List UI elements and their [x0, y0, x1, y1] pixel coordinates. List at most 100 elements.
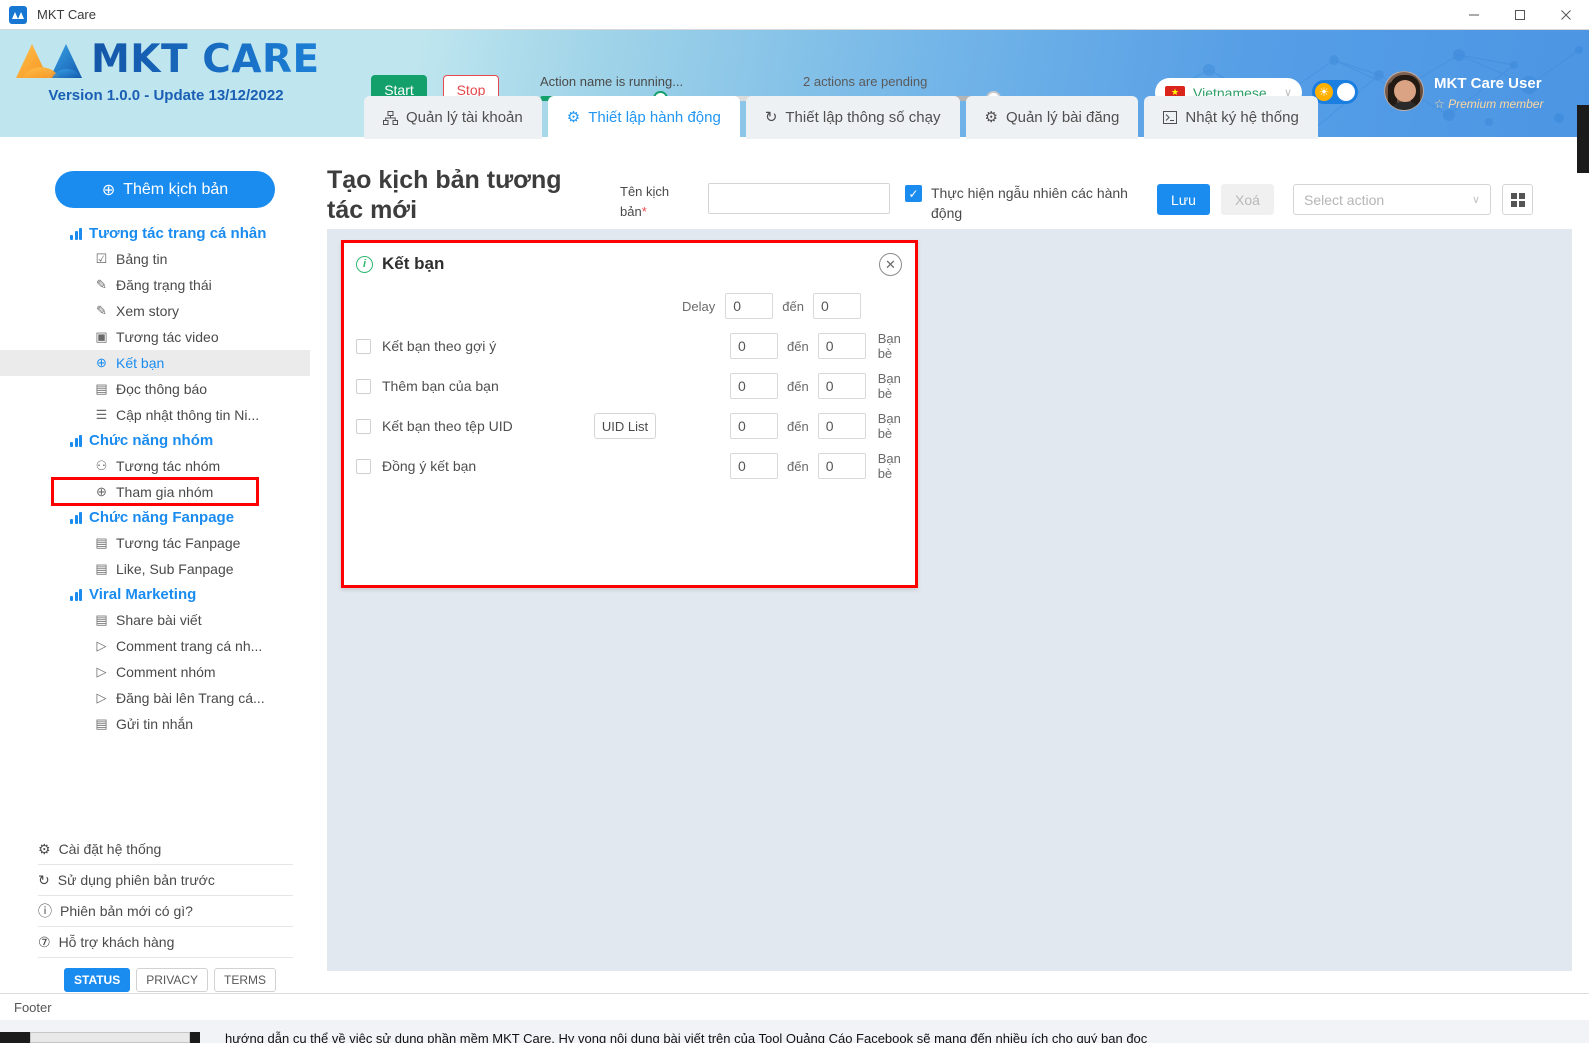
- app-icon: [9, 5, 27, 24]
- footer-chips: STATUS PRIVACY TERMS: [64, 968, 293, 992]
- row-to-input[interactable]: [817, 333, 866, 359]
- select-action-dropdown[interactable]: Select action ∨: [1293, 184, 1491, 215]
- chip-status[interactable]: STATUS: [64, 968, 131, 992]
- scenario-canvas[interactable]: i Kết bạn ✕ Delay đến Kết bạn theo gợi ý: [327, 229, 1572, 971]
- sidebar-item-gui-tin-nhan[interactable]: ▤ Gửi tin nhắn: [0, 711, 310, 737]
- brand-logo: MKT CARE Version 1.0.0 - Update 13/12/20…: [12, 36, 332, 104]
- mkt-logo-mark-icon: [12, 36, 88, 82]
- row-checkbox[interactable]: [356, 378, 371, 394]
- table-row[interactable]: Đồng ý kết bạn: [356, 453, 476, 479]
- scenario-name-input[interactable]: [708, 183, 890, 214]
- row-from-input[interactable]: [730, 413, 778, 439]
- avatar[interactable]: [1384, 71, 1424, 111]
- sidebar-item-label: Đọc thông báo: [116, 381, 208, 397]
- sidebar-item-comment-trang-ca-nhan[interactable]: ▷ Comment trang cá nh...: [0, 633, 310, 659]
- sidebar-item-xem-story[interactable]: ✎ Xem story: [0, 298, 310, 324]
- row-inputs: đến Bạn bè: [730, 411, 915, 441]
- sidebar-item-label: Tương tác Fanpage: [116, 535, 241, 551]
- sidebar-item-dang-bai-len-trang-ca-nhan[interactable]: ▷ Đăng bài lên Trang cá...: [0, 685, 310, 711]
- footer-link-whats-new[interactable]: ⓘ Phiên bản mới có gì?: [38, 896, 293, 927]
- sidebar-item-tuong-tac-nhom[interactable]: ⚇ Tương tác nhóm: [0, 453, 310, 479]
- chip-terms[interactable]: TERMS: [214, 968, 277, 992]
- row-checkbox[interactable]: [356, 418, 371, 434]
- uid-list-button[interactable]: UID List: [594, 413, 656, 439]
- table-row[interactable]: Kết bạn theo gợi ý: [356, 333, 496, 359]
- random-actions-checkbox[interactable]: ✓: [905, 185, 922, 202]
- sidebar-item-share-bai-viet[interactable]: ▤ Share bài viết: [0, 607, 310, 633]
- den-label: đến: [782, 298, 804, 314]
- footer-link-label: Sử dụng phiên bản trước: [57, 872, 215, 888]
- sidebar-group-fanpage-functions[interactable]: Chức năng Fanpage: [0, 505, 310, 530]
- footer-link-label: Hỗ trợ khách hàng: [58, 934, 175, 950]
- close-icon[interactable]: ✕: [879, 253, 902, 276]
- row-checkbox[interactable]: [356, 338, 371, 354]
- sidebar-item-bang-tin[interactable]: ☑ Bảng tin: [0, 246, 310, 272]
- vertical-scrollbar[interactable]: [1577, 30, 1589, 993]
- minimize-button[interactable]: [1451, 0, 1497, 30]
- sidebar-item-label: Đăng trạng thái: [116, 277, 212, 293]
- sidebar-group-viral-marketing[interactable]: Viral Marketing: [0, 582, 310, 607]
- table-row[interactable]: Kết bạn theo tệp UID: [356, 413, 513, 439]
- list-icon: ☰: [95, 407, 108, 422]
- sidebar-group-personal-interaction[interactable]: Tương tác trang cá nhân: [0, 221, 310, 246]
- window-titlebar: MKT Care: [0, 0, 1589, 30]
- grid-icon: [1510, 192, 1525, 207]
- tab-post-management[interactable]: ⚙ Quản lý bài đăng: [965, 96, 1139, 139]
- sidebar-item-ket-ban[interactable]: ⊕ Kết bạn: [0, 350, 310, 376]
- chip-privacy[interactable]: PRIVACY: [136, 968, 209, 992]
- sidebar-item-dang-trang-thai[interactable]: ✎ Đăng trạng thái: [0, 272, 310, 298]
- footer-link-system-settings[interactable]: ⚙ Cài đặt hệ thống: [38, 834, 293, 865]
- sidebar-item-doc-thong-bao[interactable]: ▤ Đọc thông báo: [0, 376, 310, 402]
- row-to-input[interactable]: [817, 413, 866, 439]
- required-mark: *: [641, 203, 647, 219]
- row-to-input[interactable]: [817, 453, 866, 479]
- tab-run-parameters[interactable]: ↻ Thiết lập thông số chạy: [745, 96, 960, 139]
- play-circle-icon: ▷: [96, 638, 107, 653]
- theme-toggle[interactable]: ☀: [1312, 80, 1358, 104]
- sidebar-item-tham-gia-nhom[interactable]: ⊕ Tham gia nhóm: [0, 479, 310, 505]
- add-scenario-button[interactable]: ⊕ Thêm kịch bản: [55, 171, 275, 208]
- row-label: Đồng ý kết bạn: [382, 458, 477, 474]
- edit-icon: ✎: [96, 277, 107, 292]
- grid-view-button[interactable]: [1502, 184, 1533, 215]
- sidebar-item-tuong-tac-fanpage[interactable]: ▤ Tương tác Fanpage: [0, 530, 310, 556]
- tab-label: Thiết lập hành động: [588, 109, 721, 126]
- sidebar-item-like-sub-fanpage[interactable]: ▤ Like, Sub Fanpage: [0, 556, 310, 582]
- delay-from-input[interactable]: [725, 293, 774, 319]
- brand-name: MKT CARE: [91, 36, 320, 82]
- row-label: Thêm bạn của bạn: [382, 378, 499, 394]
- window-title: MKT Care: [37, 7, 96, 22]
- footer-link-customer-support[interactable]: ⑦ Hỗ trợ khách hàng: [38, 927, 293, 958]
- tab-system-log[interactable]: Nhật ký hệ thống: [1144, 96, 1318, 139]
- delay-to-input[interactable]: [812, 293, 861, 319]
- sidebar-item-cap-nhat-thong-tin[interactable]: ☰ Cập nhật thông tin Ni...: [0, 402, 310, 428]
- vertical-scrollbar-thumb[interactable]: [1577, 105, 1589, 173]
- table-row[interactable]: Thêm bạn của bạn: [356, 373, 499, 399]
- tab-account-management[interactable]: Quản lý tài khoản: [364, 96, 542, 139]
- panel-title: i Kết bạn: [356, 254, 444, 274]
- star-icon: ☆: [1434, 97, 1445, 111]
- random-actions-checkbox-wrap[interactable]: ✓ Thực hiện ngẫu nhiên các hành động: [905, 183, 1130, 224]
- close-button[interactable]: [1543, 0, 1589, 30]
- den-label: đến: [787, 418, 809, 434]
- tab-action-setup[interactable]: ⚙ Thiết lập hành động: [547, 96, 740, 139]
- sidebar-item-tuong-tac-video[interactable]: ▣ Tương tác video: [0, 324, 310, 350]
- row-from-input[interactable]: [730, 373, 778, 399]
- sidebar-group-group-functions[interactable]: Chức năng nhóm: [0, 428, 310, 453]
- row-from-input[interactable]: [730, 333, 778, 359]
- sidebar-item-comment-nhom[interactable]: ▷ Comment nhóm: [0, 659, 310, 685]
- save-button[interactable]: Lưu: [1157, 184, 1210, 215]
- background-scrollbar-thumb[interactable]: [30, 1032, 190, 1043]
- action-panel-ket-ban[interactable]: i Kết bạn ✕ Delay đến Kết bạn theo gợi ý: [341, 240, 918, 588]
- row-checkbox[interactable]: [356, 458, 371, 474]
- row-from-input[interactable]: [730, 453, 778, 479]
- row-to-input[interactable]: [817, 373, 866, 399]
- sidebar-item-label: Tương tác nhóm: [116, 458, 221, 474]
- maximize-button[interactable]: [1497, 0, 1543, 30]
- delete-button[interactable]: Xoá: [1221, 184, 1274, 215]
- bar-chart-icon: [70, 227, 82, 240]
- sidebar-item-label: Tham gia nhóm: [116, 484, 214, 500]
- plus-circle-icon: ⊕: [96, 355, 107, 370]
- footer-link-previous-version[interactable]: ↻ Sử dụng phiên bản trước: [38, 865, 293, 896]
- plus-circle-icon: ⊕: [96, 484, 107, 499]
